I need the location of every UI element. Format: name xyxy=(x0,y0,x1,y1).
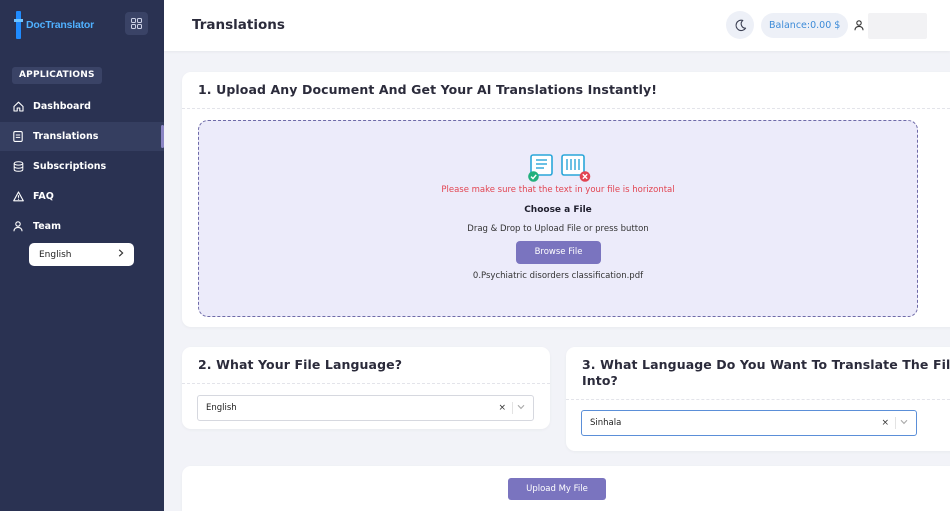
sidebar-item-team[interactable]: Team xyxy=(0,212,164,241)
sidebar-item-label: Dashboard xyxy=(33,101,91,112)
source-language-value: English xyxy=(206,403,237,413)
upload-card: 1. Upload Any Document And Get Your AI T… xyxy=(182,72,950,327)
chevron-down-icon[interactable] xyxy=(900,418,908,428)
language-selector-value: English xyxy=(39,249,72,260)
sidebar-item-label: FAQ xyxy=(33,191,54,202)
sidebar-item-label: Team xyxy=(33,221,61,232)
choose-file-label: Choose a File xyxy=(524,205,592,215)
grid-icon xyxy=(131,18,142,29)
browse-file-button[interactable]: Browse File xyxy=(516,241,601,264)
sidebar-item-translations[interactable]: Translations xyxy=(0,122,164,151)
file-convert-icon xyxy=(528,154,591,182)
page-title: Translations xyxy=(192,17,285,33)
drag-drop-hint: Drag & Drop to Upload File or press butt… xyxy=(467,224,649,234)
target-language-title: 3. What Language Do You Want To Translat… xyxy=(582,357,950,389)
applications-section-label: APPLICATIONS xyxy=(12,67,102,84)
logo-icon xyxy=(14,11,23,39)
balance-badge[interactable]: Balance:0.00 $ xyxy=(761,13,849,38)
clear-icon[interactable]: × xyxy=(498,403,506,413)
database-icon xyxy=(12,161,24,173)
document-icon xyxy=(12,131,24,143)
chevron-down-icon[interactable] xyxy=(517,403,525,413)
sidebar-item-subscriptions[interactable]: Subscriptions xyxy=(0,152,164,181)
file-dropzone[interactable]: Please make sure that the text in your f… xyxy=(198,120,918,317)
sidebar-item-faq[interactable]: FAQ xyxy=(0,182,164,211)
orientation-warning: Please make sure that the text in your f… xyxy=(441,185,675,195)
card-divider xyxy=(566,399,950,400)
top-header: Translations Balance:0.00 $ xyxy=(164,0,950,51)
sidebar: DocTranslator APPLICATIONS Dashboard Tra… xyxy=(0,0,164,511)
target-language-value: Sinhala xyxy=(590,418,622,428)
select-separator xyxy=(895,417,896,429)
brand-name: DocTranslator xyxy=(26,19,95,31)
select-separator xyxy=(512,402,513,414)
target-language-select[interactable]: Sinhala × xyxy=(581,410,917,436)
card-divider xyxy=(182,108,950,109)
brand-logo[interactable]: DocTranslator xyxy=(14,10,94,40)
home-icon xyxy=(12,101,24,113)
sidebar-item-dashboard[interactable]: Dashboard xyxy=(0,92,164,121)
apps-grid-button[interactable] xyxy=(125,12,148,35)
language-selector[interactable]: English xyxy=(29,243,134,266)
clear-icon[interactable]: × xyxy=(881,418,889,428)
target-language-card: 3. What Language Do You Want To Translat… xyxy=(566,347,950,451)
user-menu[interactable] xyxy=(868,13,927,39)
dark-mode-toggle[interactable] xyxy=(726,11,754,39)
source-language-select[interactable]: English × xyxy=(197,395,534,421)
source-language-card: 2. What Your File Language? English × xyxy=(182,347,550,429)
user-icon xyxy=(12,221,24,233)
target-language-title-line2: Into? xyxy=(582,373,618,388)
chevron-right-icon xyxy=(118,249,124,260)
sidebar-item-label: Subscriptions xyxy=(33,161,107,172)
account-icon[interactable] xyxy=(853,19,865,32)
moon-icon xyxy=(735,19,746,31)
selected-filename: 0.Psychiatric disorders classification.p… xyxy=(472,271,644,281)
upload-action-card: Upload My File xyxy=(182,466,950,511)
upload-my-file-button[interactable]: Upload My File xyxy=(508,478,606,500)
upload-card-title: 1. Upload Any Document And Get Your AI T… xyxy=(198,82,658,97)
source-language-title: 2. What Your File Language? xyxy=(198,357,403,372)
sidebar-item-label: Translations xyxy=(33,131,99,142)
card-divider xyxy=(182,383,550,384)
target-language-title-line1: 3. What Language Do You Want To Translat… xyxy=(582,357,950,372)
warning-icon xyxy=(12,191,24,203)
